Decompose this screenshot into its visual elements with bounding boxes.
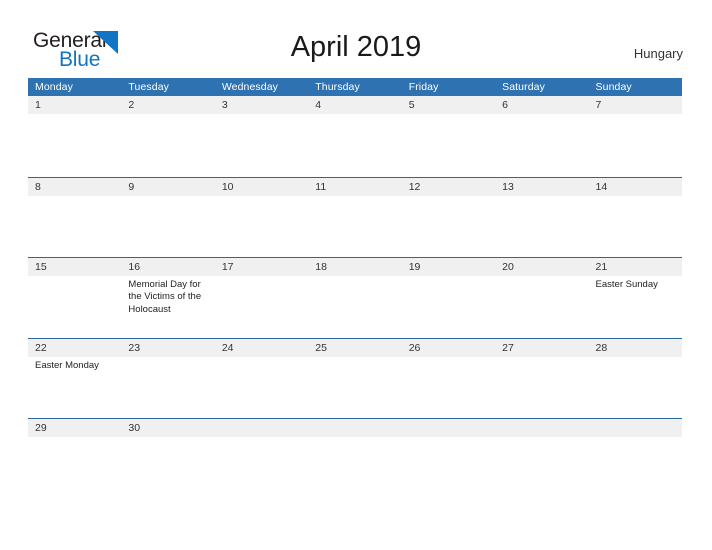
day-number: 29 bbox=[35, 422, 47, 434]
week-days: 29 30 bbox=[28, 419, 682, 499]
day-number: 18 bbox=[315, 261, 327, 273]
day-number: 21 bbox=[595, 261, 608, 273]
weekday-monday: Monday bbox=[35, 81, 73, 93]
weekday-tuesday: Tuesday bbox=[128, 81, 170, 93]
calendar-day-cell[interactable]: 13 bbox=[495, 178, 588, 258]
day-number: 14 bbox=[595, 180, 608, 193]
day-number: 6 bbox=[502, 99, 508, 111]
calendar-day-cell[interactable]: 26 bbox=[402, 339, 495, 419]
day-number: 24 bbox=[221, 341, 234, 354]
week-days: 1 2 3 4 5 6 7 bbox=[28, 96, 682, 176]
calendar-day-cell[interactable]: 20 bbox=[495, 258, 588, 338]
day-number: 7 bbox=[595, 99, 602, 111]
calendar-day-cell[interactable]: 1 bbox=[28, 96, 121, 176]
calendar-day-cell[interactable]: 4 bbox=[308, 96, 401, 176]
calendar-day-cell[interactable]: 10 bbox=[215, 178, 308, 258]
holiday-event-label: Memorial Day for the Victims of the Holo… bbox=[128, 279, 202, 315]
calendar-day-cell-empty bbox=[495, 419, 588, 499]
calendar-day-cell[interactable]: 2 bbox=[121, 96, 214, 176]
calendar-day-cell[interactable]: 5 bbox=[402, 96, 495, 176]
calendar-week-row: 1 2 3 4 5 6 7 bbox=[28, 96, 682, 177]
calendar-day-cell[interactable]: 27 bbox=[495, 339, 588, 419]
day-number: 22 bbox=[35, 341, 47, 354]
day-number: 11 bbox=[315, 180, 327, 193]
day-events: Memorial Day for the Victims of the Holo… bbox=[128, 276, 214, 316]
day-number: 23 bbox=[128, 341, 141, 354]
calendar-page: General Blue April 2019 Hungary Monday T… bbox=[0, 0, 712, 550]
day-number: 8 bbox=[35, 180, 41, 193]
day-events: Easter Sunday bbox=[596, 276, 682, 291]
calendar-day-cell-empty bbox=[215, 419, 308, 499]
calendar-day-cell[interactable]: 3 bbox=[215, 96, 308, 176]
weekday-sunday: Sunday bbox=[595, 81, 632, 93]
calendar-day-cell[interactable]: 15 bbox=[28, 258, 121, 338]
day-number: 10 bbox=[221, 180, 234, 193]
calendar-day-cell[interactable]: 17 bbox=[215, 258, 308, 338]
page-header: General Blue April 2019 Hungary bbox=[0, 0, 712, 78]
week-days: 15 16 Memorial Day for the Victims of the … bbox=[28, 258, 682, 338]
calendar-weeks: 1 2 3 4 5 6 7 8 9 10 11 12 13 14 15 16 Memorial Day for … bbox=[28, 96, 682, 499]
calendar-week-row: 8 9 10 11 12 13 14 bbox=[28, 176, 682, 258]
day-number: 17 bbox=[221, 261, 234, 273]
weekday-saturday: Saturday bbox=[502, 81, 545, 93]
calendar-day-cell[interactable]: 19 bbox=[402, 258, 495, 338]
weekday-friday: Friday bbox=[408, 81, 439, 93]
week-days: 8 9 10 11 12 13 14 bbox=[28, 178, 682, 258]
calendar-day-cell-empty bbox=[589, 419, 682, 499]
day-number: 5 bbox=[408, 99, 415, 111]
day-number: 4 bbox=[315, 99, 322, 111]
day-number: 30 bbox=[128, 422, 141, 434]
weekday-header-row: Monday Tuesday Wednesday Thursday Friday… bbox=[28, 78, 682, 96]
calendar-day-cell[interactable]: 9 bbox=[121, 178, 214, 258]
calendar-day-cell[interactable]: 21 Easter Sunday bbox=[589, 258, 682, 338]
day-number: 26 bbox=[408, 341, 421, 354]
page-title: April 2019 bbox=[290, 31, 422, 63]
day-number: 27 bbox=[502, 341, 514, 354]
calendar-day-cell[interactable]: 24 bbox=[215, 339, 308, 419]
calendar-day-cell[interactable]: 30 bbox=[121, 419, 214, 499]
calendar-day-cell[interactable]: 11 bbox=[308, 178, 401, 258]
week-days: 22 Easter Monday 23 24 25 26 27 28 bbox=[28, 339, 682, 419]
calendar-day-cell[interactable]: 28 bbox=[589, 339, 682, 419]
day-number: 9 bbox=[128, 180, 135, 193]
weekday-wednesday: Wednesday bbox=[221, 81, 279, 93]
calendar-day-cell[interactable]: 7 bbox=[589, 96, 682, 176]
day-number: 15 bbox=[35, 261, 47, 273]
day-number: 12 bbox=[408, 180, 421, 193]
calendar-grid: Monday Tuesday Wednesday Thursday Friday… bbox=[28, 78, 682, 499]
day-events: Easter Monday bbox=[35, 357, 121, 372]
calendar-day-cell[interactable]: 16 Memorial Day for the Victims of the Ho… bbox=[121, 258, 214, 338]
calendar-week-row: 29 30 bbox=[28, 418, 682, 499]
calendar-day-cell[interactable]: 25 bbox=[308, 339, 401, 419]
weekday-thursday: Thursday bbox=[315, 81, 360, 93]
country-label: Hungary bbox=[633, 46, 683, 61]
calendar-day-cell[interactable]: 22 Easter Monday bbox=[28, 339, 121, 419]
day-number: 20 bbox=[502, 261, 514, 273]
calendar-day-cell[interactable]: 14 bbox=[589, 178, 682, 258]
day-number: 16 bbox=[128, 261, 141, 273]
day-number: 3 bbox=[221, 99, 228, 111]
calendar-day-cell[interactable]: 8 bbox=[28, 178, 121, 258]
calendar-day-cell[interactable]: 29 bbox=[28, 419, 121, 499]
calendar-day-cell[interactable]: 23 bbox=[121, 339, 214, 419]
day-number: 28 bbox=[595, 341, 608, 354]
holiday-event-label: Easter Sunday bbox=[595, 279, 658, 290]
holiday-event-label: Easter Monday bbox=[35, 359, 99, 371]
calendar-day-cell-empty bbox=[402, 419, 495, 499]
day-number: 25 bbox=[315, 341, 327, 354]
day-number: 2 bbox=[128, 99, 135, 111]
calendar-day-cell[interactable]: 12 bbox=[402, 178, 495, 258]
day-number: 1 bbox=[35, 99, 41, 111]
day-number: 13 bbox=[502, 180, 514, 193]
calendar-day-cell[interactable]: 6 bbox=[495, 96, 588, 176]
calendar-day-cell[interactable]: 18 bbox=[308, 258, 401, 338]
calendar-day-cell-empty bbox=[308, 419, 401, 499]
calendar-week-row: 22 Easter Monday 23 24 25 26 27 28 bbox=[28, 337, 682, 419]
day-number: 19 bbox=[408, 261, 421, 273]
calendar-week-row: 15 16 Memorial Day for the Victims of the … bbox=[28, 257, 682, 338]
